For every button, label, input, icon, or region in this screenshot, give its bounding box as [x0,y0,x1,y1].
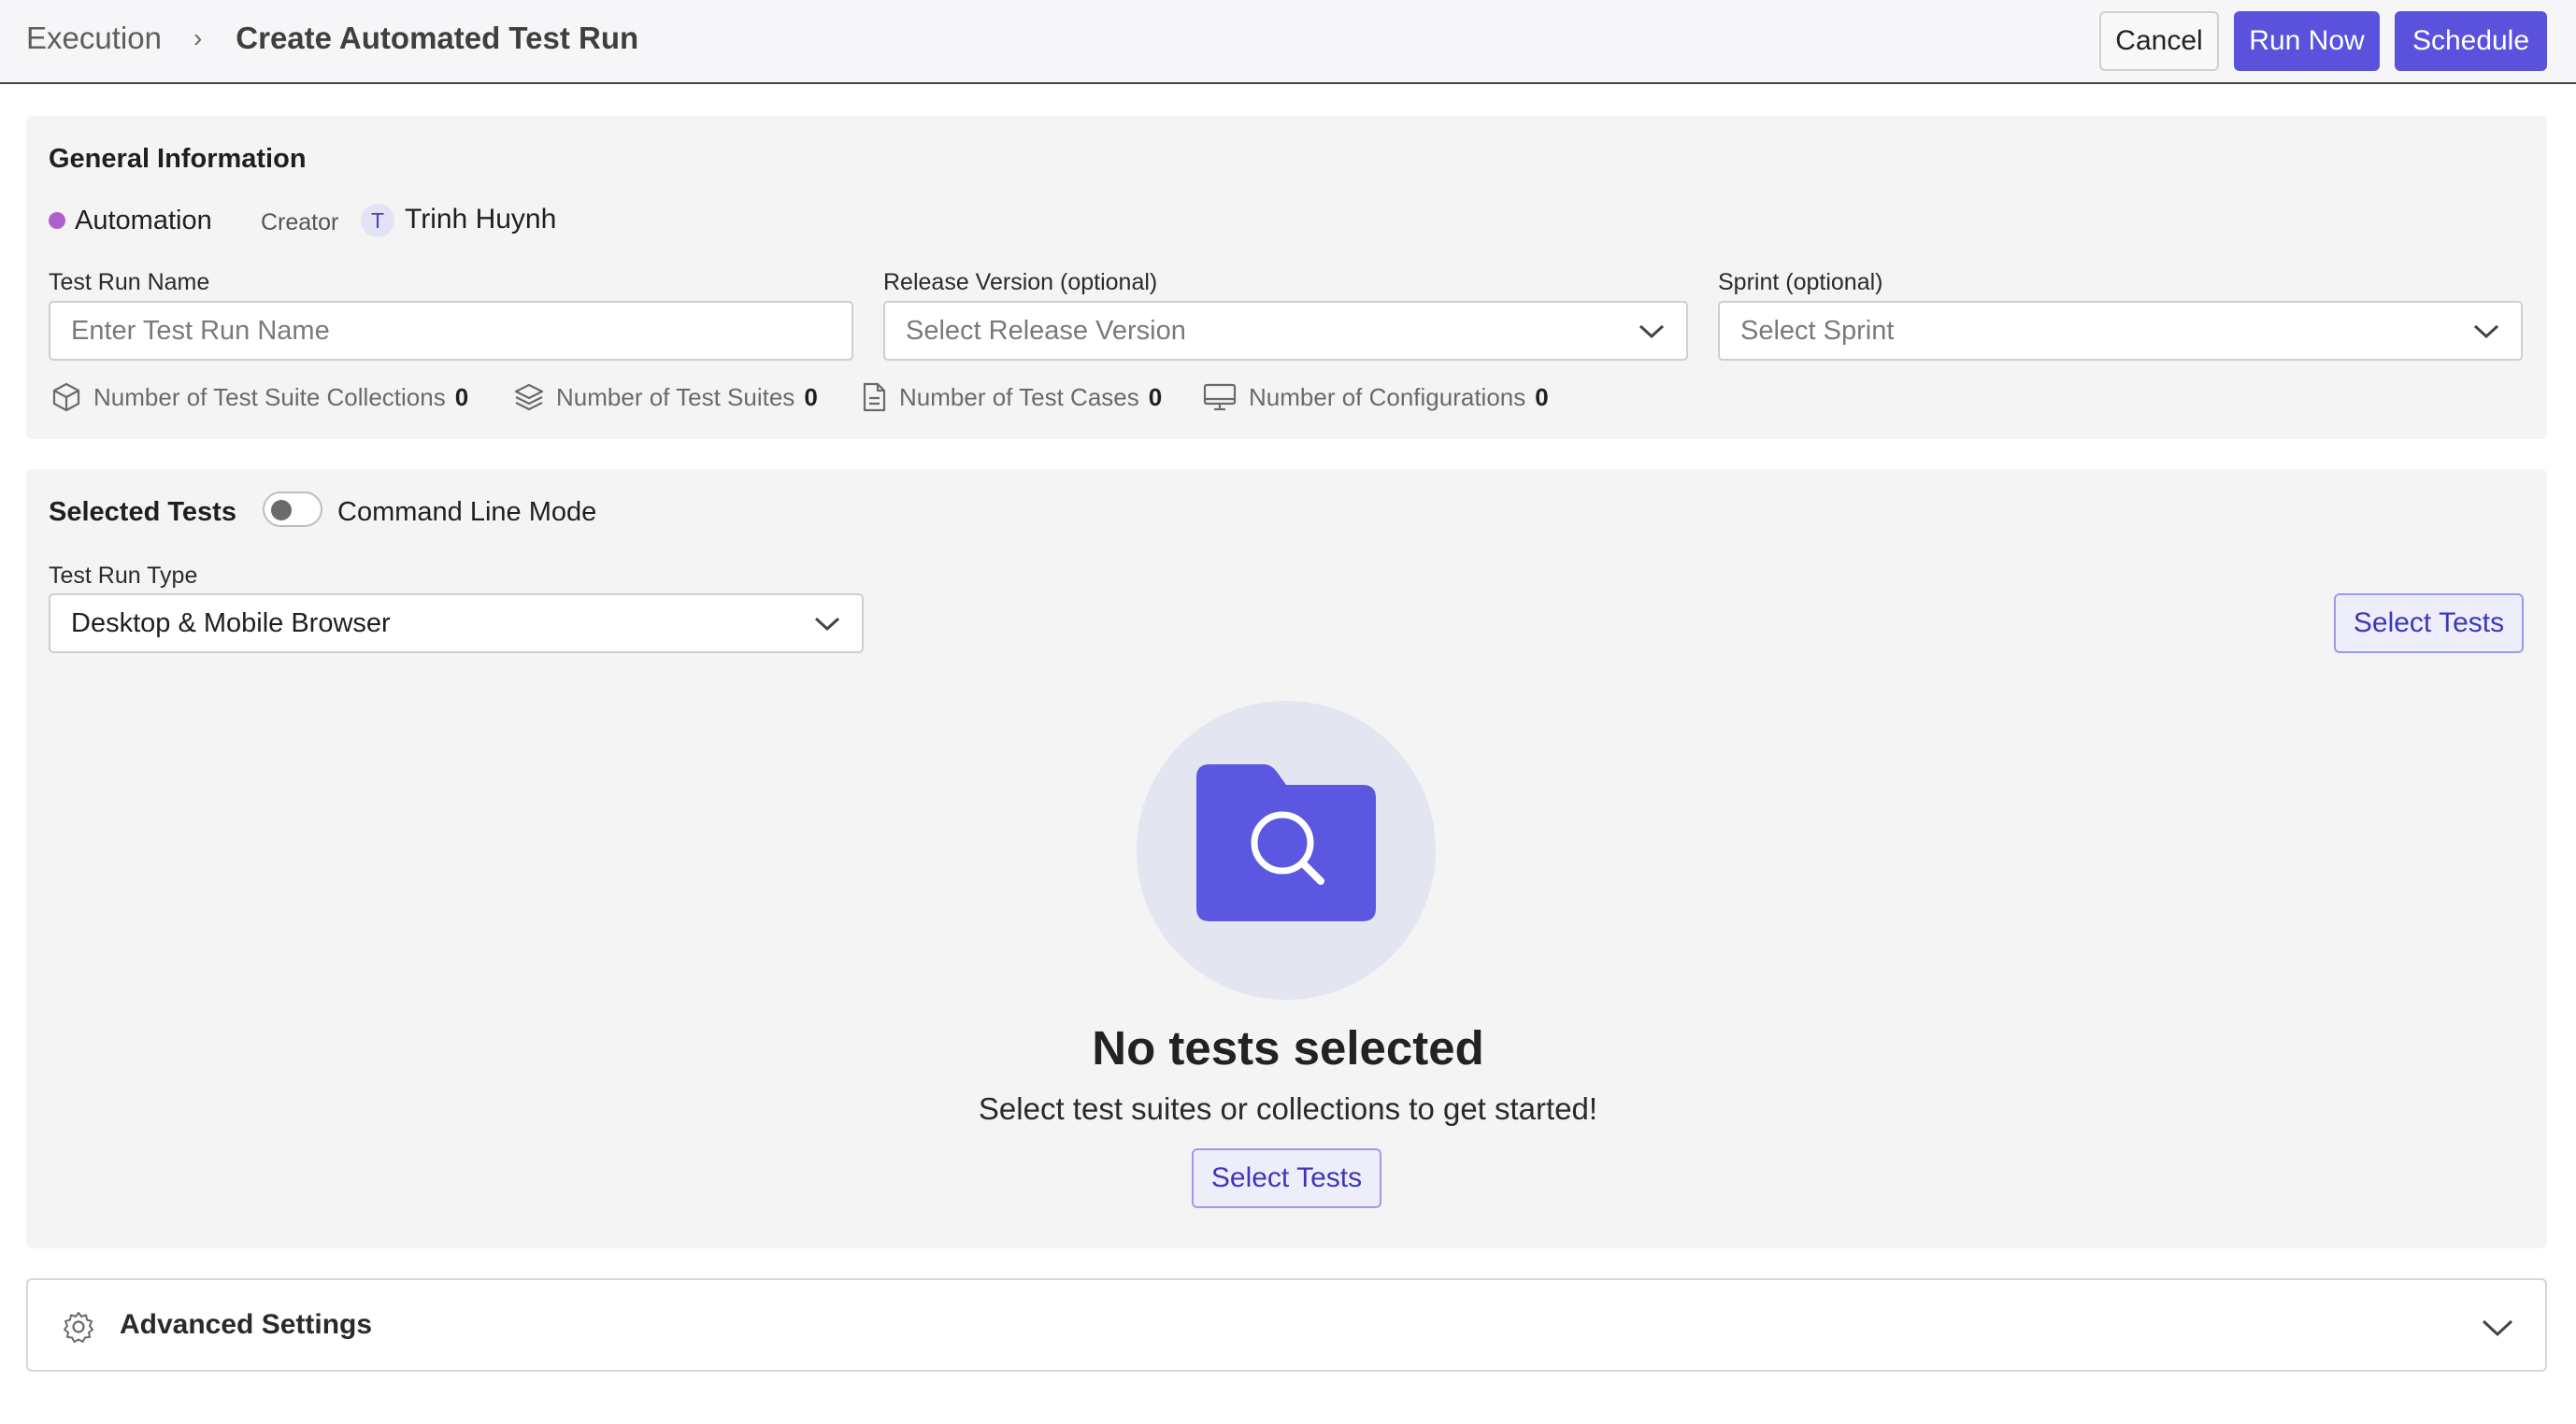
stat-value: 0 [804,382,818,411]
stat-label: Number of Test Cases [899,382,1139,411]
select-tests-button[interactable]: Select Tests [2334,593,2524,653]
breadcrumb: Execution › Create Automated Test Run [26,21,638,56]
page-title: Create Automated Test Run [236,21,639,55]
release-version-label: Release Version (optional) [883,269,1158,295]
cancel-button[interactable]: Cancel [2099,11,2219,71]
stat-value: 0 [1148,382,1163,411]
test-run-type-value: Desktop & Mobile Browser [71,607,391,638]
schedule-button[interactable]: Schedule [2395,11,2547,71]
stat-label: Number of Test Suite Collections [93,382,446,411]
general-information-title: General Information [49,144,307,174]
automation-type-label: Automation [75,206,212,235]
run-now-button[interactable]: Run Now [2234,11,2380,71]
command-line-mode-label: Command Line Mode [337,497,597,527]
sprint-label: Sprint (optional) [1718,269,1883,295]
chevron-down-icon [814,617,840,632]
stat-configurations: Number of Configurations 0 [1202,381,1549,413]
toggle-knob [271,500,292,520]
general-information-panel: General Information Automation Creator T… [26,116,2547,439]
gear-icon [64,1312,93,1343]
release-version-placeholder: Select Release Version [906,315,1186,346]
folder-search-icon [1196,764,1376,921]
breadcrumb-execution-link[interactable]: Execution [26,21,162,56]
sprint-select[interactable]: Select Sprint [1718,301,2523,361]
automation-dot-icon [49,212,65,229]
empty-state-subtitle: Select test suites or collections to get… [978,1091,1598,1126]
creator-label: Creator [261,209,339,235]
layers-icon [514,383,544,411]
stat-label: Number of Configurations [1249,382,1526,411]
creator-name: Trinh Huynh [405,204,557,235]
empty-select-tests-button[interactable]: Select Tests [1192,1148,1381,1208]
box-icon [52,382,80,412]
avatar: T [361,204,394,237]
stat-label: Number of Test Suites [556,382,795,411]
stat-test-cases: Number of Test Cases 0 [860,381,1162,413]
chevron-down-icon[interactable] [2481,1316,2514,1340]
chevron-down-icon [2473,324,2499,339]
advanced-settings-accordion[interactable]: Advanced Settings [26,1278,2547,1372]
empty-state-title: No tests selected [1092,1021,1484,1075]
stat-test-suite-collections: Number of Test Suite Collections 0 [50,381,468,413]
sprint-placeholder: Select Sprint [1740,315,1895,346]
advanced-settings-title: Advanced Settings [120,1309,373,1340]
stat-value: 0 [454,382,469,411]
top-bar: Execution › Create Automated Test Run Ca… [0,0,2576,84]
command-line-mode-toggle[interactable] [263,491,322,527]
document-icon [863,382,886,412]
monitor-icon [1203,383,1237,411]
release-version-select[interactable]: Select Release Version [883,301,1688,361]
test-run-type-select[interactable]: Desktop & Mobile Browser [49,593,864,653]
stat-value: 0 [1535,382,1549,411]
chevron-down-icon [1639,324,1665,339]
test-run-type-label: Test Run Type [49,562,198,589]
test-run-name-label: Test Run Name [49,269,210,295]
chevron-right-icon: › [193,23,203,52]
test-run-name-placeholder: Enter Test Run Name [71,315,330,346]
selected-tests-title: Selected Tests [49,497,236,527]
test-run-name-input[interactable]: Enter Test Run Name [49,301,853,361]
empty-state-illustration [1137,701,1436,1000]
stat-test-suites: Number of Test Suites 0 [513,381,818,413]
